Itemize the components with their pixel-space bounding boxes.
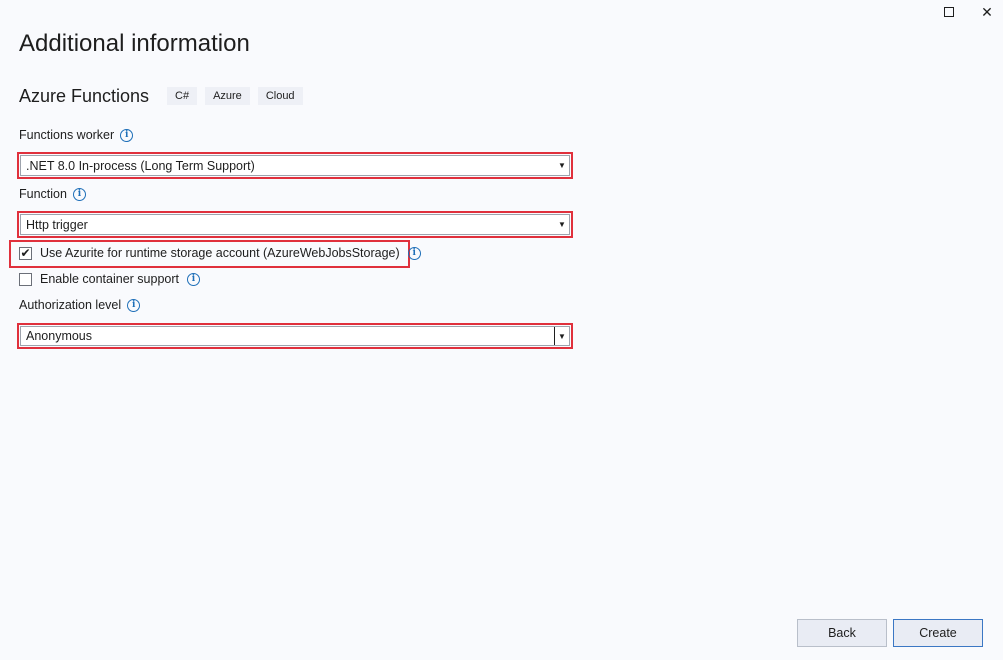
create-button[interactable]: Create [893, 619, 983, 647]
maximize-button[interactable] [938, 2, 960, 22]
use-azurite-row[interactable]: ✔ Use Azurite for runtime storage accoun… [19, 246, 421, 260]
use-azurite-label: Use Azurite for runtime storage account … [40, 246, 400, 260]
info-icon[interactable]: i [407, 246, 421, 260]
container-support-checkbox[interactable] [19, 272, 32, 286]
functions-worker-label-text: Functions worker [19, 128, 115, 142]
tag-csharp: C# [167, 87, 198, 105]
chevron-down-icon: ▼ [558, 161, 566, 170]
chevron-down-icon: ▼ [558, 220, 566, 229]
function-label-text: Function [19, 187, 67, 201]
container-support-label: Enable container support [40, 272, 179, 286]
authorization-level-dropdown[interactable]: Anonymous ▼ [20, 326, 570, 346]
info-icon[interactable]: i [72, 187, 86, 201]
function-dropdown[interactable]: Http trigger ▼ [20, 214, 570, 235]
back-button[interactable]: Back [797, 619, 887, 647]
info-icon[interactable]: i [186, 272, 200, 286]
functions-worker-dropdown[interactable]: .NET 8.0 In-process (Long Term Support) … [20, 155, 570, 176]
authorization-level-label: Authorization level i [19, 298, 141, 312]
template-name: Azure Functions [19, 86, 150, 106]
template-tags: C# Azure Cloud [167, 87, 303, 105]
maximize-icon [944, 7, 954, 17]
use-azurite-checkbox[interactable]: ✔ [19, 246, 32, 260]
page-title: Additional information [19, 30, 250, 57]
authorization-level-value: Anonymous [26, 329, 93, 343]
info-icon[interactable]: i [127, 298, 141, 312]
container-support-row[interactable]: Enable container support i [19, 272, 200, 286]
close-icon: ✕ [981, 3, 993, 20]
functions-worker-label: Functions worker i [19, 128, 134, 142]
functions-worker-value: .NET 8.0 In-process (Long Term Support) [26, 158, 255, 173]
authorization-level-label-text: Authorization level [19, 298, 122, 312]
info-icon[interactable]: i [120, 128, 134, 142]
tag-cloud: Cloud [257, 87, 303, 105]
chevron-down-icon: ▼ [554, 327, 569, 345]
function-value: Http trigger [26, 217, 88, 232]
function-label: Function i [19, 187, 86, 201]
close-button[interactable]: ✕ [976, 2, 998, 22]
tag-azure: Azure [205, 87, 250, 105]
